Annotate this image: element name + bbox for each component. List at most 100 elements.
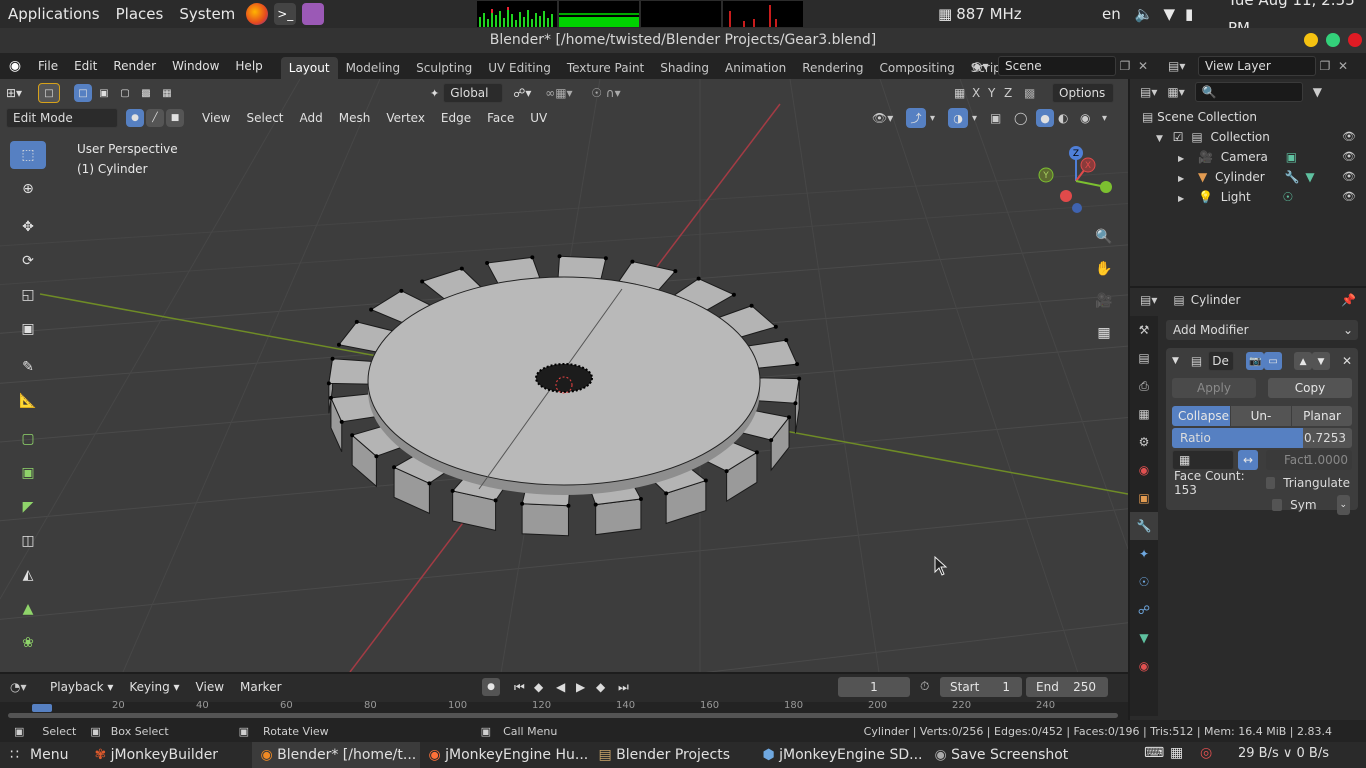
notes-launcher-icon[interactable] (302, 3, 325, 25)
collapse-arrow-icon[interactable]: ▼ (1172, 356, 1179, 366)
edge-select-icon[interactable]: ╱ (146, 109, 164, 127)
mode-unsubdiv-button[interactable]: Un-Subdiv... (1231, 406, 1291, 426)
play-icon[interactable]: ▶ (576, 680, 590, 694)
camera-data-icon[interactable]: ▣ (1286, 150, 1297, 164)
start-menu-button[interactable]: ∷ Menu (0, 742, 76, 768)
poly-build-tool-icon[interactable]: ▲ (10, 595, 46, 623)
view-menu[interactable]: View (194, 105, 238, 131)
pin-icon[interactable]: 📌 (1341, 293, 1356, 307)
apply-button[interactable]: Apply (1172, 378, 1256, 398)
select-new-icon[interactable]: □ (74, 84, 92, 102)
keyboard-tray-icon[interactable]: ⌨ (1144, 745, 1164, 761)
zoom-icon[interactable]: 🔍 (1090, 223, 1118, 251)
shading-dropdown-icon[interactable]: ▾ (1102, 113, 1116, 124)
tab-layout[interactable]: Layout (280, 57, 338, 79)
marker-menu[interactable]: Marker (232, 674, 289, 700)
knife-tool-icon[interactable]: ◭ (10, 561, 46, 589)
output-tab-icon[interactable]: ⎙ (1130, 372, 1158, 400)
particles-tab-icon[interactable]: ✦ (1130, 540, 1158, 568)
tab-modeling[interactable]: Modeling (338, 57, 409, 79)
xray-toggle-icon[interactable]: ▣ (990, 111, 1010, 125)
select-intersect-icon[interactable]: ▦ (158, 84, 176, 102)
expand-arrow-icon[interactable]: ▶ (1178, 194, 1184, 203)
object-tab-icon[interactable]: ▣ (1130, 484, 1158, 512)
edge-menu[interactable]: Edge (433, 105, 479, 131)
transform-orientation-dropdown[interactable]: Global (443, 83, 504, 103)
properties-editor-icon[interactable]: ▤▾ (1140, 293, 1157, 307)
network-tray-icon[interactable]: ◎ (1200, 745, 1212, 761)
task-jmonkeybuilder[interactable]: ✾ jMonkeyBuilder (86, 742, 252, 768)
modifier-tab-icon[interactable]: 🔧 (1130, 512, 1158, 540)
outliner-search-input[interactable]: 🔍 (1194, 82, 1303, 102)
preview-range-icon[interactable]: ⏱ (920, 679, 929, 694)
uv-menu[interactable]: UV (522, 105, 555, 131)
outliner-item-light[interactable]: ▶ 💡 Light ☉ 👁 (1130, 187, 1366, 207)
light-visibility-eye-icon[interactable]: 👁 (1342, 187, 1356, 207)
material-shading-icon[interactable]: ◐ (1058, 111, 1076, 125)
timeline-ruler[interactable]: 20 40 60 80 100 120 140 160 180 200 220 240 (0, 700, 1128, 720)
constraints-tab-icon[interactable]: ☍ (1130, 596, 1158, 624)
view-layer-remove-icon[interactable]: ✕ (1334, 59, 1352, 73)
task-blender[interactable]: ◉ Blender* [/home/t... (252, 742, 421, 768)
rotate-tool-icon[interactable]: ⟳ (10, 247, 46, 275)
expand-arrow-icon[interactable]: ▼ (1156, 134, 1163, 144)
light-data-icon[interactable]: ☉ (1283, 190, 1294, 204)
overlay-toggle-icon[interactable]: ◑ (948, 108, 968, 128)
collection-visibility-eye-icon[interactable]: 👁 (1342, 127, 1356, 147)
maximize-button[interactable] (1326, 33, 1340, 47)
tab-uv-editing[interactable]: UV Editing (480, 57, 559, 79)
tab-sculpting[interactable]: Sculpting (408, 57, 480, 79)
outliner-scene-collection[interactable]: ▤ Scene Collection (1130, 107, 1366, 127)
snap-icon[interactable]: ∞▦▾ (545, 86, 585, 100)
tab-animation[interactable]: Animation (717, 57, 794, 79)
tab-shading[interactable]: Shading (652, 57, 717, 79)
firefox-launcher-icon[interactable] (246, 3, 269, 25)
remove-modifier-icon[interactable]: ✕ (1342, 354, 1352, 368)
copy-button[interactable]: Copy (1268, 378, 1352, 398)
battery-icon[interactable]: ▮ (1185, 5, 1193, 23)
view-layer-field[interactable]: View Layer (1198, 56, 1316, 76)
cylinder-visibility-eye-icon[interactable]: 👁 (1342, 167, 1356, 187)
keyboard-layout[interactable]: en (1102, 5, 1121, 23)
filter-icon[interactable]: ▼ (1313, 85, 1322, 99)
face-menu[interactable]: Face (479, 105, 522, 131)
jump-start-icon[interactable]: ⏮ (514, 680, 528, 695)
move-up-icon[interactable]: ▲ (1294, 352, 1313, 370)
timeline-editor-icon[interactable]: ◔▾ (10, 680, 42, 694)
3d-viewport[interactable]: ⊞▾ □ □ ▣ ▢ ▩ ▦ ✦ Global ☍▾ ∞▦▾ ☉ ∩▾ ▦ X … (0, 79, 1128, 672)
show-render-icon[interactable]: 📷 (1246, 352, 1265, 370)
display-mode-icon[interactable]: ▦▾ (1167, 85, 1184, 99)
cursor-tool-icon[interactable]: ⊕ (10, 175, 46, 203)
perspective-toggle-icon[interactable]: ▦ (1090, 319, 1118, 347)
jump-keyframe-forward-icon[interactable]: ◆ (596, 680, 612, 694)
jump-keyframe-back-icon[interactable]: ◆ (534, 680, 550, 694)
select-box-tool-icon[interactable]: ⬚ (10, 141, 46, 169)
jump-end-icon[interactable]: ⏭ (618, 680, 632, 695)
mirror-z-toggle[interactable]: Z (1004, 86, 1024, 100)
volume-icon[interactable]: 🔈 (1135, 5, 1154, 23)
edit-menu[interactable]: Edit (66, 53, 105, 79)
face-select-icon[interactable]: ■ (166, 109, 184, 127)
view-layer-icon[interactable]: ▤▾ (1168, 59, 1198, 73)
task-blender-projects[interactable]: ▤ Blender Projects (590, 742, 754, 768)
show-viewport-icon[interactable]: ▭ (1264, 352, 1283, 370)
outliner-item-camera[interactable]: ▶ 🎥 Camera ▣ 👁 (1130, 147, 1366, 167)
task-jmonkey-hub[interactable]: ◉ jMonkeyEngine Hu... (420, 742, 590, 768)
data-tab-icon[interactable]: ▼ (1130, 624, 1158, 652)
render-tab-icon[interactable]: ▤ (1130, 344, 1158, 372)
view-layer-copy-icon[interactable]: ❐ (1316, 59, 1334, 73)
outliner-editor-icon[interactable]: ▤▾ (1140, 85, 1157, 99)
playhead-marker[interactable] (32, 704, 52, 712)
timeline-scrollbar[interactable] (8, 713, 1118, 718)
task-jmonkey-sdk[interactable]: ⬢ jMonkeyEngine SD... (754, 742, 926, 768)
gizmo-toggle-icon[interactable]: ⤴ (906, 108, 926, 128)
select-extend-icon[interactable]: ▣ (95, 84, 113, 102)
scene-remove-icon[interactable]: ✕ (1134, 59, 1152, 73)
help-menu[interactable]: Help (227, 53, 270, 79)
proportional-edit-icon[interactable]: ☉ ∩▾ (591, 86, 631, 100)
pivot-point-icon[interactable]: ☍▾ (513, 86, 537, 100)
outliner-collection[interactable]: ▼ ☑ ▤ Collection 👁 (1130, 127, 1366, 147)
mesh-menu[interactable]: Mesh (331, 105, 379, 131)
move-tool-icon[interactable]: ✥ (10, 213, 46, 241)
transform-tool-icon[interactable]: ▣ (10, 315, 46, 343)
